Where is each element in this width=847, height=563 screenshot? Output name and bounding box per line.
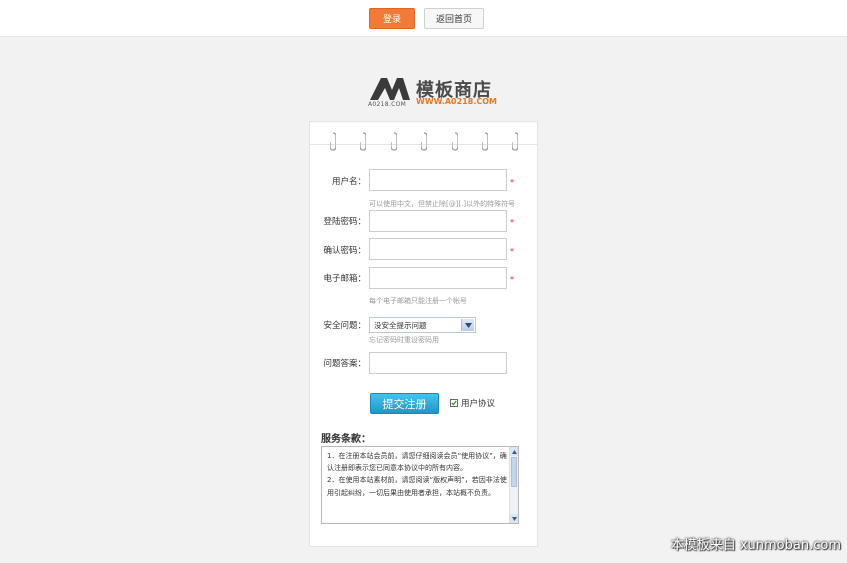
- terms-title: 服务条款：: [321, 434, 371, 445]
- confirm-password-label: 确认密码：: [323, 246, 366, 256]
- login-button[interactable]: 登录: [369, 8, 415, 29]
- username-required-mark: *: [510, 178, 514, 187]
- answer-label: 问题答案：: [323, 359, 366, 369]
- security-question-select[interactable]: 没安全提示问题: [369, 317, 476, 333]
- security-question-hint: 忘记密码时重设密码用: [369, 336, 439, 344]
- notebook-ring-icon: [421, 132, 427, 151]
- answer-input[interactable]: [369, 352, 507, 374]
- password-input[interactable]: [369, 210, 507, 232]
- email-label: 电子邮箱：: [323, 274, 366, 284]
- terms-textarea[interactable]: 1．在注册本站会员前，请您仔细阅读会员“使用协议”，确认注册即表示您已同意本协议…: [321, 446, 519, 524]
- scroll-thumb[interactable]: [511, 457, 517, 487]
- watermark: 本模板来自 xunmoban.com: [670, 538, 841, 553]
- logo-mark-text: A0218.COM: [368, 101, 407, 108]
- notebook-ring-icon: [512, 132, 518, 151]
- logo-url: WWW.A0218.COM: [416, 97, 497, 106]
- email-input[interactable]: [369, 267, 507, 289]
- chevron-down-icon[interactable]: [461, 319, 474, 331]
- security-question-value: 没安全提示问题: [374, 321, 427, 330]
- password-label: 登陆密码：: [323, 217, 366, 227]
- agreement-checkbox[interactable]: [450, 399, 458, 407]
- confirm-password-input[interactable]: [369, 238, 507, 260]
- password-required-mark: *: [510, 218, 514, 227]
- confirm-password-required-mark: *: [510, 247, 514, 256]
- submit-register-button[interactable]: 提交注册: [370, 393, 439, 414]
- scroll-down-icon[interactable]: [510, 514, 518, 523]
- terms-scrollbar[interactable]: [509, 447, 518, 523]
- back-home-button[interactable]: 返回首页: [424, 8, 484, 29]
- notebook-ring-icon: [330, 132, 336, 151]
- username-hint: 可以使用中文，但禁止除[@][.]以外的特殊符号: [369, 200, 516, 208]
- notebook-ring-icon: [391, 132, 397, 151]
- username-input[interactable]: [369, 169, 507, 191]
- notebook-ring-icon: [452, 132, 458, 151]
- terms-content: 1．在注册本站会员前，请您仔细阅读会员“使用协议”，确认注册即表示您已同意本协议…: [327, 450, 507, 499]
- notebook-ring-icon: [360, 132, 366, 151]
- notebook-ring-icon: [482, 132, 488, 151]
- email-hint: 每个电子邮箱只能注册一个帐号: [369, 297, 467, 305]
- scroll-up-icon[interactable]: [510, 447, 518, 456]
- email-required-mark: *: [510, 275, 514, 284]
- security-question-label: 安全问题：: [323, 321, 366, 331]
- agreement-link[interactable]: 用户协议: [461, 397, 495, 409]
- username-label: 用户名：: [331, 177, 366, 187]
- terms-line: 1．在注册本站会员前，请您仔细阅读会员“使用协议”，确认注册即表示您已同意本协议…: [327, 452, 507, 473]
- top-bar: 登录 返回首页: [0, 0, 847, 37]
- terms-line: 2．在使用本站素材前，请您阅读“版权声明”，若因非法使用引起纠纷，一切后果由使用…: [327, 476, 507, 497]
- site-logo[interactable]: A0218.COM 模板商店 WWW.A0218.COM: [368, 74, 498, 110]
- check-icon: [451, 400, 457, 406]
